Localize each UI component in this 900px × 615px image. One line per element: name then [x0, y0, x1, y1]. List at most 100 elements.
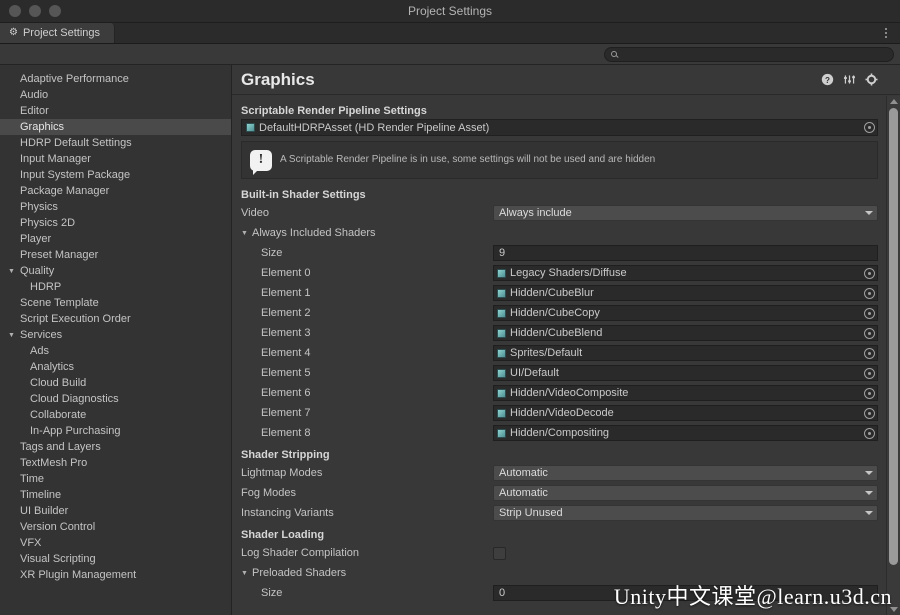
object-picker-icon[interactable]	[864, 287, 875, 299]
vertical-scrollbar[interactable]	[886, 96, 900, 615]
stripping-dropdown[interactable]: Strip Unused	[493, 505, 878, 521]
object-picker-icon[interactable]	[864, 367, 875, 379]
foldout-arrow-icon[interactable]: ▼	[241, 230, 252, 237]
sidebar-item-collaborate[interactable]: Collaborate	[0, 407, 231, 423]
element-object-field[interactable]: Hidden/CubeCopy	[493, 305, 878, 321]
object-picker-icon[interactable]	[864, 307, 875, 319]
stripping-dropdown[interactable]: Automatic	[493, 465, 878, 481]
tab-project-settings[interactable]: ⚙ Project Settings	[0, 23, 116, 43]
stripping-dropdown[interactable]: Automatic	[493, 485, 878, 501]
foldout-arrow-icon[interactable]: ▼	[8, 332, 18, 339]
element-label: Element 1	[261, 287, 311, 299]
sidebar-item-editor[interactable]: ▼Editor	[0, 103, 231, 119]
scroll-up-arrow-icon[interactable]	[889, 99, 898, 104]
sidebar-item-hdrp-default-settings[interactable]: ▼HDRP Default Settings	[0, 135, 231, 151]
element-object-field[interactable]: Hidden/Compositing	[493, 425, 878, 441]
object-picker-icon[interactable]	[864, 407, 875, 419]
scrollbar-thumb[interactable]	[889, 108, 898, 566]
row-preloaded-size: Size 0	[241, 583, 878, 603]
video-dropdown[interactable]: Always include	[493, 205, 878, 221]
srp-section-title: Scriptable Render Pipeline Settings	[241, 104, 427, 117]
settings-content: Scriptable Render Pipeline Settings Defa…	[232, 96, 886, 615]
object-picker-icon[interactable]	[864, 327, 875, 339]
scroll-down-arrow-icon[interactable]	[889, 607, 898, 612]
close-window-button[interactable]	[9, 5, 21, 17]
sidebar-item-preset-manager[interactable]: ▼Preset Manager	[0, 247, 231, 263]
search-input[interactable]	[621, 48, 887, 60]
foldout-arrow-icon[interactable]: ▼	[241, 570, 252, 577]
sidebar-item-analytics[interactable]: Analytics	[0, 359, 231, 375]
sidebar-item-quality[interactable]: ▼ Quality	[0, 263, 231, 279]
log-shader-compilation-checkbox[interactable]	[493, 546, 506, 560]
always-included-elements-list: Element 0 Legacy Shaders/Diffuse Element 1…	[241, 263, 878, 443]
search-row	[0, 44, 900, 65]
video-label: Video	[241, 207, 269, 219]
sidebar-item-version-control[interactable]: ▼Version Control	[0, 519, 231, 535]
sidebar-item-graphics[interactable]: ▼Graphics	[0, 119, 231, 135]
shader-stripping-section-title: Shader Stripping	[241, 448, 330, 461]
sidebar-item-tags-and-layers[interactable]: ▼Tags and Layers	[0, 439, 231, 455]
element-object-field[interactable]: Hidden/VideoDecode	[493, 405, 878, 421]
sidebar-item-package-manager[interactable]: ▼Package Manager	[0, 183, 231, 199]
sidebar-item-cloud-build[interactable]: Cloud Build	[0, 375, 231, 391]
object-picker-icon[interactable]	[864, 427, 875, 439]
sidebar-item-input-manager[interactable]: ▼Input Manager	[0, 151, 231, 167]
search-box[interactable]	[604, 46, 894, 62]
sidebar-item-ads[interactable]: Ads	[0, 343, 231, 359]
srp-asset-field[interactable]: DefaultHDRPAsset (HD Render Pipeline Ass…	[241, 119, 878, 136]
shader-chip-icon	[497, 328, 506, 338]
element-object-field[interactable]: Legacy Shaders/Diffuse	[493, 265, 878, 281]
object-picker-icon[interactable]	[864, 267, 875, 279]
sidebar-item-time[interactable]: ▼Time	[0, 471, 231, 487]
page-title: Graphics	[241, 69, 315, 89]
element-object-field[interactable]: Sprites/Default	[493, 345, 878, 361]
sidebar-item-adaptive-performance[interactable]: ▼Adaptive Performance	[0, 71, 231, 87]
element-value: Hidden/VideoDecode	[510, 407, 614, 419]
sidebar-item-physics-2d[interactable]: ▼Physics 2D	[0, 215, 231, 231]
sidebar-item-scene-template[interactable]: ▼Scene Template	[0, 295, 231, 311]
row-preloaded-shaders[interactable]: ▼ Preloaded Shaders	[241, 563, 878, 583]
sidebar-item-script-execution-order[interactable]: ▼Script Execution Order	[0, 311, 231, 327]
sidebar-item-label: Tags and Layers	[20, 441, 101, 453]
kebab-menu-icon[interactable]	[878, 23, 894, 43]
maximize-window-button[interactable]	[49, 5, 61, 17]
preset-icon[interactable]	[843, 73, 856, 86]
object-picker-icon[interactable]	[864, 122, 875, 133]
element-object-field[interactable]: UI/Default	[493, 365, 878, 381]
sidebar-item-hdrp[interactable]: HDRP	[0, 279, 231, 295]
always-included-size-field[interactable]: 9	[493, 245, 878, 261]
sidebar-item-in-app-purchasing[interactable]: In-App Purchasing	[0, 423, 231, 439]
row-always-included-shaders[interactable]: ▼ Always Included Shaders	[241, 223, 878, 243]
element-object-field[interactable]: Hidden/CubeBlend	[493, 325, 878, 341]
sidebar-item-label: Editor	[20, 105, 49, 117]
scrollbar-track[interactable]	[887, 107, 900, 604]
sidebar-item-physics[interactable]: ▼Physics	[0, 199, 231, 215]
builtin-shader-section-title: Built-in Shader Settings	[241, 188, 366, 201]
sidebar-item-ui-builder[interactable]: ▼UI Builder	[0, 503, 231, 519]
minimize-window-button[interactable]	[29, 5, 41, 17]
element-object-field[interactable]: Hidden/VideoComposite	[493, 385, 878, 401]
sidebar-item-services[interactable]: ▼ Services	[0, 327, 231, 343]
object-picker-icon[interactable]	[864, 387, 875, 399]
sidebar-item-input-system-package[interactable]: ▼Input System Package	[0, 167, 231, 183]
chevron-down-icon	[865, 211, 873, 215]
video-dropdown-value: Always include	[499, 207, 572, 219]
settings-gear-icon[interactable]	[865, 73, 878, 86]
sidebar-item-textmesh-pro[interactable]: ▼TextMesh Pro	[0, 455, 231, 471]
element-object-field[interactable]: Hidden/CubeBlur	[493, 285, 878, 301]
sidebar-item-label: Input System Package	[20, 169, 131, 181]
sidebar-item-visual-scripting[interactable]: ▼Visual Scripting	[0, 551, 231, 567]
sidebar-item-xr-plugin-management[interactable]: ▼XR Plugin Management	[0, 567, 231, 583]
stripping-label: Instancing Variants	[241, 507, 334, 519]
sidebar-item-timeline[interactable]: ▼Timeline	[0, 487, 231, 503]
sidebar-item-vfx[interactable]: ▼VFX	[0, 535, 231, 551]
object-picker-icon[interactable]	[864, 347, 875, 359]
preloaded-size-field[interactable]: 0	[493, 585, 878, 601]
settings-sidebar[interactable]: ▼Adaptive Performance▼Audio▼Editor▼Graph…	[0, 65, 232, 615]
sidebar-item-player[interactable]: ▼Player	[0, 231, 231, 247]
help-icon[interactable]: ?	[821, 73, 834, 86]
srp-helpbox-message: A Scriptable Render Pipeline is in use, …	[280, 154, 656, 165]
sidebar-item-cloud-diagnostics[interactable]: Cloud Diagnostics	[0, 391, 231, 407]
sidebar-item-audio[interactable]: ▼Audio	[0, 87, 231, 103]
foldout-arrow-icon[interactable]: ▼	[8, 268, 18, 275]
